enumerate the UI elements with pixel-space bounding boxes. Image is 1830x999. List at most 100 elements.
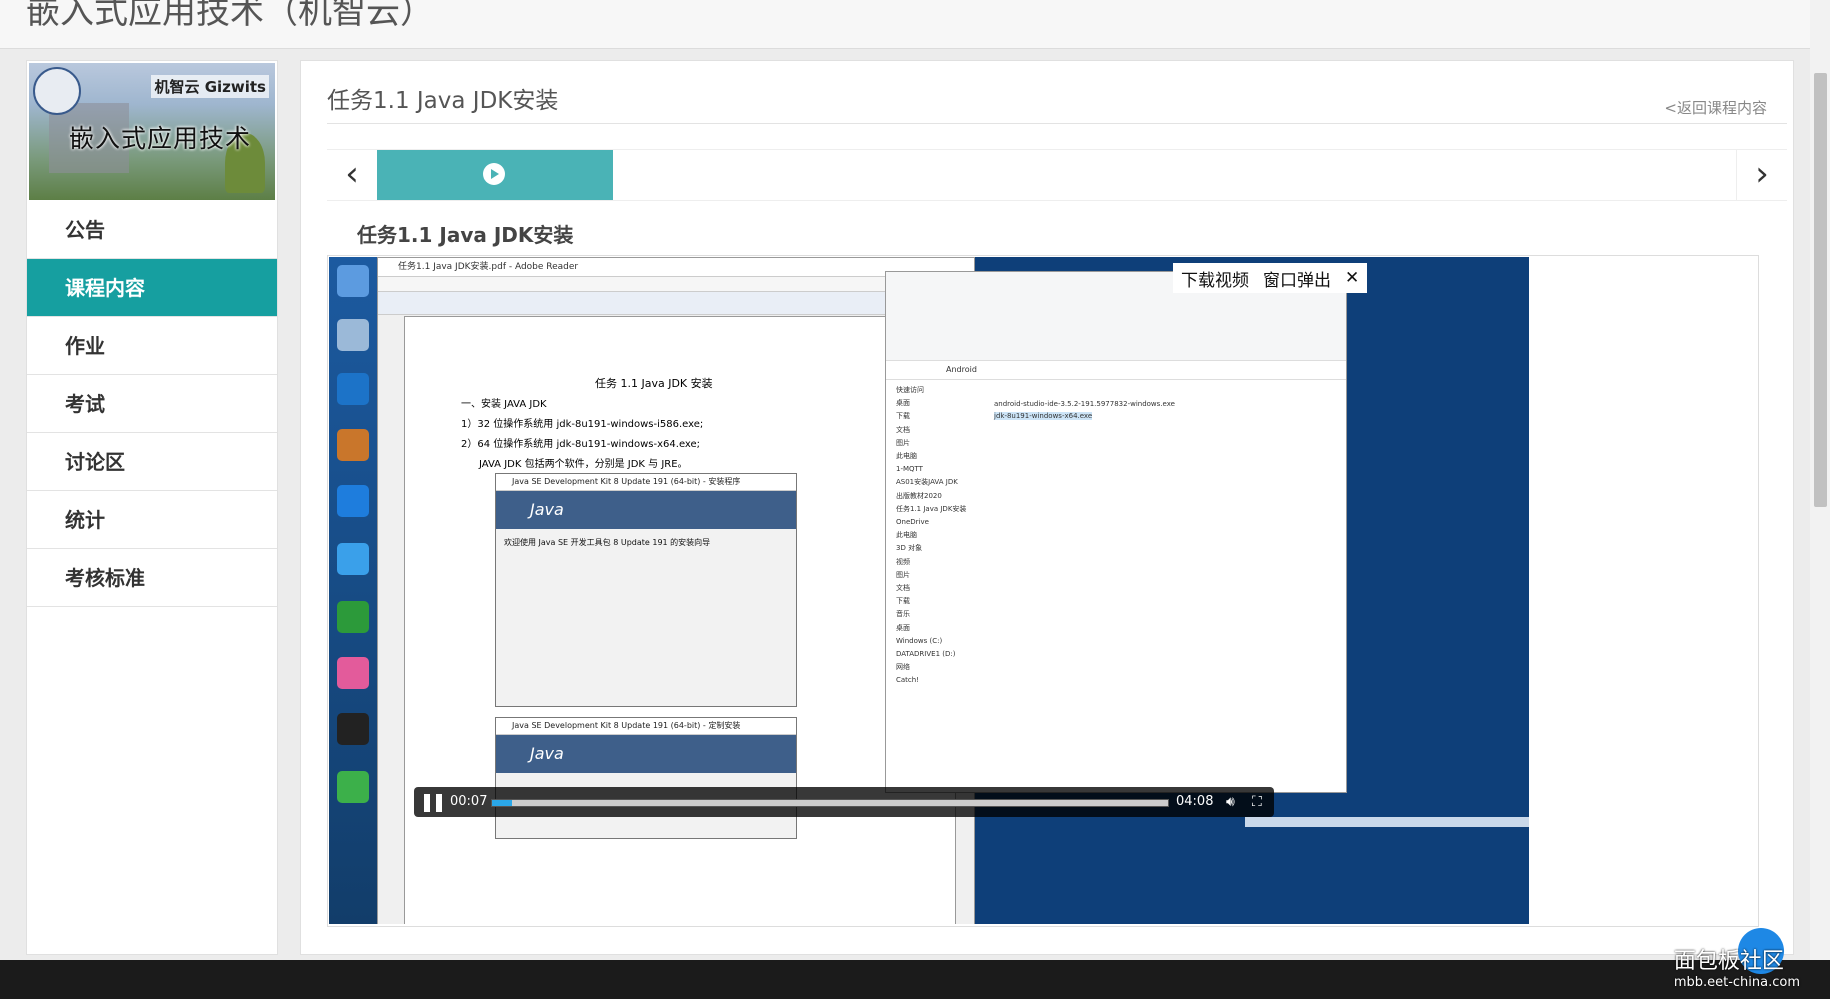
section-nav: ‹ › xyxy=(327,149,1787,201)
divider xyxy=(327,123,1787,124)
explorer-nav-item: 桌面 xyxy=(896,399,910,408)
recycle-bin-icon xyxy=(337,319,369,351)
app-blue-icon xyxy=(337,485,369,517)
app-bird-icon xyxy=(337,543,369,575)
explorer-nav-item: 此电脑 xyxy=(896,452,917,461)
back-to-course-link[interactable]: <返回课程内容 xyxy=(1664,97,1767,118)
download-video-button[interactable]: 下载视频 xyxy=(1181,266,1249,291)
desktop-icons xyxy=(329,257,377,924)
explorer-nav-item: 快速访问 xyxy=(896,386,924,394)
explorer-nav-pane: 快速访问 桌面 下载 文档 图片 此电脑 1-MQTT AS01安装JAVA JDK 出版教材2… xyxy=(886,380,986,792)
video-overlay-actions: 下载视频 窗口弹出 ✕ xyxy=(1173,263,1368,293)
chevron-right-icon: › xyxy=(1755,154,1769,194)
qq-icon xyxy=(337,713,369,745)
pause-icon[interactable] xyxy=(424,794,442,812)
explorer-nav-item: 视频 xyxy=(896,557,910,566)
explorer-nav-item: 文档 xyxy=(896,425,910,434)
explorer-nav-item: 出版教材2020 xyxy=(896,491,942,500)
pdf-line: 2）64 位操作系统用 jdk-8u191-windows-x64.exe; xyxy=(461,439,701,450)
pdf-page: 任务 1.1 Java JDK 安装 一、安装 JAVA JDK 1）32 位操… xyxy=(404,316,956,924)
explorer-address: Android xyxy=(886,361,1346,380)
video-controls: 00:07 04:08 🔊︎ ⛶ xyxy=(414,787,1274,817)
java-logo: Java xyxy=(496,735,796,773)
play-circle-icon xyxy=(483,163,505,185)
explorer-nav-item: 文档 xyxy=(896,584,910,593)
pdf-line: 1）32 位操作系统用 jdk-8u191-windows-i586.exe; xyxy=(461,419,704,430)
dialog-text: 欢迎使用 Java SE 开发工具包 8 Update 191 的安装向导 xyxy=(504,538,711,547)
gizwits-logo: 机智云 Gizwits xyxy=(151,75,269,98)
page-title: 任务1.1 Java JDK安装 xyxy=(327,88,559,114)
explorer-nav-item: 1-MQTT xyxy=(896,465,923,474)
explorer-nav-item: DATADRIVE1 (D:) xyxy=(896,650,956,659)
app-color-icon xyxy=(337,657,369,689)
sidebar: 机智云 Gizwits 嵌入式应用技术 公告 课程内容 作业 考试 讨论区 统计… xyxy=(26,60,278,955)
progress-bar[interactable] xyxy=(491,799,1169,807)
volume-icon[interactable]: 🔊︎ xyxy=(1226,794,1242,810)
wechat-icon xyxy=(337,771,369,803)
browser-icon xyxy=(337,601,369,633)
duration: 04:08 xyxy=(1176,794,1214,809)
dialog-title: Java SE Development Kit 8 Update 191 (64… xyxy=(496,718,796,735)
pdf-heading: 任务 1.1 Java JDK 安装 xyxy=(595,377,713,390)
vmware-icon xyxy=(337,373,369,405)
dialog-title: Java SE Development Kit 8 Update 191 (64… xyxy=(496,474,796,491)
current-time: 00:07 xyxy=(450,794,488,809)
popout-window-button[interactable]: 窗口弹出 xyxy=(1263,266,1331,291)
page-scrollbar[interactable] xyxy=(1810,0,1830,960)
explorer-nav-item: Catch! xyxy=(896,676,920,685)
pdf-line: JAVA JDK 包括两个软件，分别是 JDK 与 JRE。 xyxy=(479,459,688,470)
installer-dialog-2: Java SE Development Kit 8 Update 191 (64… xyxy=(495,717,797,839)
course-title: 嵌入式应用技术（机智云） xyxy=(26,0,434,31)
explorer-nav-item: 图片 xyxy=(896,438,910,447)
sidebar-item-statistics[interactable]: 统计 xyxy=(27,491,277,549)
explorer-nav-item: 音乐 xyxy=(896,610,910,619)
main-content: 任务1.1 Java JDK安装 <返回课程内容 ‹ › 任务1.1 Java … xyxy=(300,60,1794,955)
explorer-nav-item: 3D 对象 xyxy=(896,544,923,553)
university-logo xyxy=(33,67,81,115)
pdf-line: 一、安装 JAVA JDK xyxy=(461,399,547,410)
explorer-nav-item: OneDrive xyxy=(896,518,929,527)
banner-title: 嵌入式应用技术 xyxy=(69,124,252,153)
watermark: 面包板社区 mbb.eet-china.com xyxy=(1674,943,1800,990)
explorer-nav-item: AS01安装JAVA JDK xyxy=(896,478,958,487)
installer-dialog-1: Java SE Development Kit 8 Update 191 (64… xyxy=(495,473,797,707)
close-icon[interactable]: ✕ xyxy=(1345,268,1359,288)
file-row: android-studio-ide-3.5.2-191.5977832-win… xyxy=(994,400,1175,408)
system-tray xyxy=(1245,817,1529,827)
video-frame: 任务1.1 Java JDK安装.pdf - Adobe Reader 任务 1… xyxy=(327,255,1759,927)
top-header: 嵌入式应用技术（机智云） xyxy=(0,0,1810,49)
computer-icon xyxy=(337,265,369,297)
explorer-nav-item: 下载 xyxy=(896,412,910,421)
sidebar-item-homework[interactable]: 作业 xyxy=(27,317,277,375)
watermark-title: 面包板社区 xyxy=(1673,949,1784,974)
explorer-nav-item: 此电脑 xyxy=(896,531,917,540)
sidebar-item-grading[interactable]: 考核标准 xyxy=(27,549,277,607)
next-section-button[interactable]: › xyxy=(1736,150,1787,200)
sidebar-item-course-content[interactable]: 课程内容 xyxy=(27,259,277,317)
explorer-nav-item: 任务1.1 Java JDK安装 xyxy=(896,504,967,513)
fullscreen-icon[interactable]: ⛶ xyxy=(1252,794,1268,810)
sidebar-item-announcement[interactable]: 公告 xyxy=(27,201,277,259)
file-explorer-window: Android 快速访问 桌面 下载 文档 图片 此电脑 1-MQTT AS01安装JAVA … xyxy=(885,271,1347,793)
video-player[interactable]: 任务1.1 Java JDK安装.pdf - Adobe Reader 任务 1… xyxy=(329,257,1529,924)
progress-fill xyxy=(492,800,513,806)
watermark-url: mbb.eet-china.com xyxy=(1673,975,1800,990)
file-row: jdk-8u191-windows-x64.exe xyxy=(994,412,1093,420)
scrollbar-thumb[interactable] xyxy=(1814,73,1827,507)
prev-section-button[interactable]: ‹ xyxy=(327,150,378,200)
section-title: 任务1.1 Java JDK安装 xyxy=(357,223,574,247)
explorer-nav-item: 下载 xyxy=(896,597,910,606)
sidebar-item-discussion[interactable]: 讨论区 xyxy=(27,433,277,491)
chevron-left-icon: ‹ xyxy=(345,154,359,194)
explorer-nav-item: Windows (C:) xyxy=(896,636,943,645)
course-banner: 机智云 Gizwits 嵌入式应用技术 xyxy=(29,63,275,200)
sidebar-item-exam[interactable]: 考试 xyxy=(27,375,277,433)
java-logo: Java xyxy=(496,491,796,529)
video-tab[interactable] xyxy=(377,150,613,200)
bottom-bar xyxy=(0,960,1830,999)
explorer-nav-item: 网络 xyxy=(896,663,910,672)
sidebar-menu: 公告 课程内容 作业 考试 讨论区 统计 考核标准 xyxy=(27,201,277,607)
explorer-nav-item: 桌面 xyxy=(896,623,910,632)
explorer-nav-item: 图片 xyxy=(896,570,910,579)
app-bear-icon xyxy=(337,429,369,461)
